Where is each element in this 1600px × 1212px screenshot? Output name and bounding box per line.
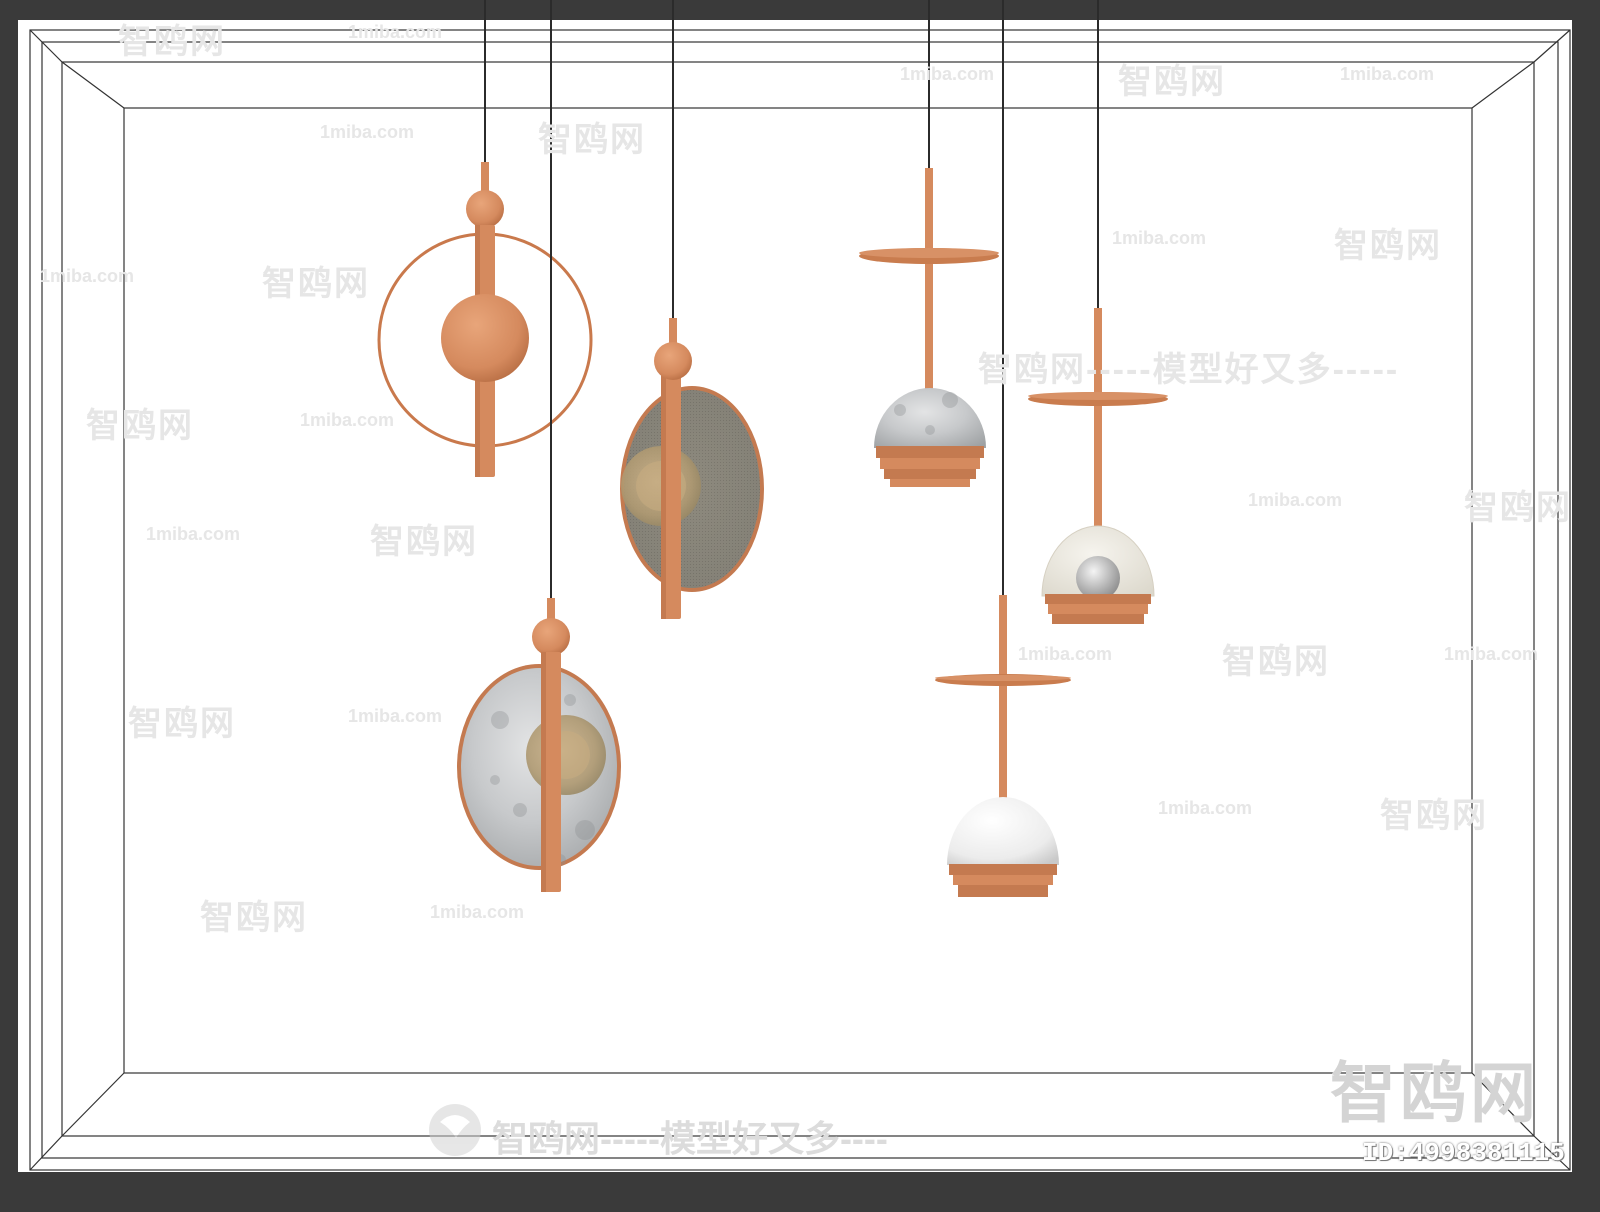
rod bbox=[925, 168, 933, 390]
center-sphere bbox=[441, 294, 529, 382]
canvas-area bbox=[18, 20, 1572, 1172]
watermark-logo-icon bbox=[429, 1104, 481, 1156]
base-ring bbox=[949, 864, 1057, 875]
base-ring bbox=[1045, 594, 1151, 604]
top-ball bbox=[532, 618, 570, 656]
bulb bbox=[1076, 556, 1120, 600]
top-ball bbox=[466, 190, 504, 228]
rod-top bbox=[481, 162, 489, 192]
rod bbox=[999, 595, 1007, 805]
scene-svg bbox=[0, 0, 1600, 1207]
base-ring bbox=[876, 446, 984, 458]
top-ball bbox=[654, 342, 692, 380]
render-viewport bbox=[0, 0, 1600, 1207]
rod-top bbox=[547, 598, 555, 620]
